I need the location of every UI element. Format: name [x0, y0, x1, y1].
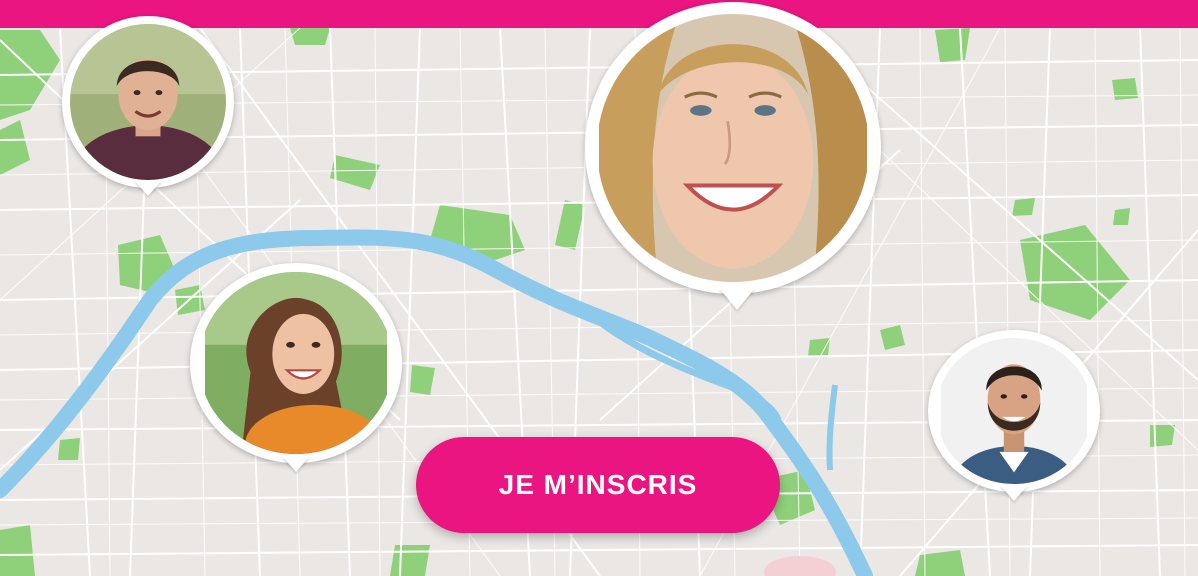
profile-pin-woman-blonde[interactable] [585, 2, 885, 314]
man-beard-smiling-photo [936, 338, 1092, 484]
profile-pin-woman-brunette[interactable] [190, 263, 404, 481]
signup-button[interactable]: JE M’INSCRIS [416, 437, 780, 533]
profile-pin-man-beard[interactable] [928, 330, 1100, 506]
man-selfie-photo [70, 24, 226, 180]
woman-brunette-smiling-photo [199, 272, 393, 454]
woman-blonde-smiling-photo [597, 14, 869, 282]
profile-pin-man-selfie[interactable] [62, 16, 234, 196]
